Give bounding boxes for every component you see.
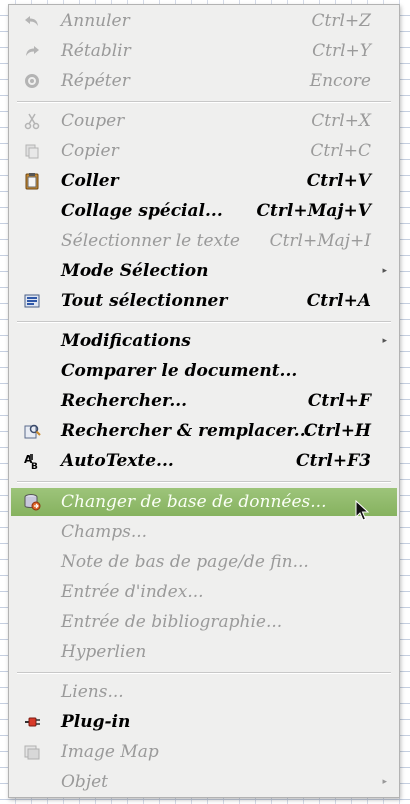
menu-separator — [17, 481, 391, 483]
autotext-icon: AB — [23, 452, 41, 472]
menu-item-shortcut: Ctrl+V — [306, 171, 371, 191]
menu-item-paste-special[interactable]: Collage spécial... Ctrl+Maj+V — [11, 197, 397, 225]
menu-item-label: Note de bas de page/de fin... — [61, 552, 309, 572]
menu-item-shortcut: Ctrl+X — [311, 111, 371, 131]
menu-item-shortcut: Ctrl+F — [307, 391, 371, 411]
menu-item-label: Collage spécial... — [61, 201, 223, 221]
menu-item-label: Rechercher & remplacer... — [61, 421, 312, 441]
menu-item-copy[interactable]: Copier Ctrl+C — [11, 137, 397, 165]
menu-item-change-database[interactable]: Changer de base de données... — [11, 488, 397, 516]
menu-item-label: Copier — [61, 141, 119, 161]
menu-item-label: Entrée d'index... — [61, 582, 204, 602]
menu-item-select-all[interactable]: Tout sélectionner Ctrl+A — [11, 287, 397, 315]
menu-item-shortcut: Ctrl+Maj+I — [269, 231, 371, 251]
menu-item-fields[interactable]: Champs... — [11, 518, 397, 546]
menu-item-shortcut: Ctrl+H — [303, 421, 371, 441]
menu-item-shortcut: Ctrl+Maj+V — [256, 201, 371, 221]
menu-item-footnote[interactable]: Note de bas de page/de fin... — [11, 548, 397, 576]
menu-item-shortcut: Ctrl+Z — [311, 11, 371, 31]
menu-item-label: Rechercher... — [61, 391, 188, 411]
menu-item-plugin[interactable]: Plug-in — [11, 708, 397, 736]
menu-item-autotext[interactable]: AB AutoTexte... Ctrl+F3 — [11, 447, 397, 475]
menu-item-shortcut: Ctrl+F3 — [296, 451, 371, 471]
menu-item-hyperlink[interactable]: Hyperlien — [11, 638, 397, 666]
menu-item-label: AutoTexte... — [61, 451, 174, 471]
menu-item-label: Modifications — [61, 331, 191, 351]
copy-icon — [23, 142, 41, 160]
menu-item-shortcut: Ctrl+A — [306, 291, 371, 311]
menu-item-repeat[interactable]: Répéter Encore — [11, 67, 397, 95]
menu-item-cut[interactable]: Couper Ctrl+X — [11, 107, 397, 135]
menu-item-compare-document[interactable]: Comparer le document... — [11, 357, 397, 385]
menu-item-label: Objet — [61, 772, 108, 792]
menu-item-redo[interactable]: Rétablir Ctrl+Y — [11, 37, 397, 65]
submenu-arrow-icon: ▸ — [382, 266, 387, 276]
redo-icon — [23, 42, 41, 60]
menu-separator — [17, 321, 391, 323]
submenu-arrow-icon: ▸ — [382, 777, 387, 787]
menu-item-find-replace[interactable]: Rechercher & remplacer... Ctrl+H — [11, 417, 397, 445]
undo-icon — [23, 12, 41, 30]
menu-item-image-map[interactable]: Image Map — [11, 738, 397, 766]
menu-item-shortcut: Encore — [309, 71, 371, 91]
plugin-icon — [23, 713, 41, 731]
menu-item-shortcut: Ctrl+Y — [312, 41, 371, 61]
mouse-pointer-icon — [355, 499, 370, 522]
menu-item-label: Répéter — [61, 71, 130, 91]
menu-item-links[interactable]: Liens... — [11, 678, 397, 706]
menu-item-label: Champs... — [61, 522, 148, 542]
menu-item-label: Annuler — [61, 11, 130, 31]
menu-item-label: Liens... — [61, 682, 124, 702]
menu-item-find[interactable]: Rechercher... Ctrl+F — [11, 387, 397, 415]
menu-item-label: Image Map — [61, 742, 159, 762]
menu-item-changes[interactable]: Modifications ▸ — [11, 327, 397, 355]
menu-item-label: Plug-in — [61, 712, 131, 732]
menu-item-label: Rétablir — [61, 41, 131, 61]
menu-item-label: Changer de base de données... — [61, 492, 327, 512]
paste-icon — [23, 172, 41, 190]
database-icon — [23, 493, 41, 511]
menu-item-label: Entrée de bibliographie... — [61, 612, 283, 632]
image-map-icon — [23, 743, 41, 761]
select-all-icon — [23, 292, 41, 310]
menu-item-bibliography-entry[interactable]: Entrée de bibliographie... — [11, 608, 397, 636]
edit-context-menu: Annuler Ctrl+Z Rétablir Ctrl+Y Répéter E… — [8, 4, 400, 798]
menu-item-label: Comparer le document... — [61, 361, 298, 381]
svg-text:B: B — [31, 462, 38, 470]
menu-item-label: Couper — [61, 111, 125, 131]
menu-item-label: Sélectionner le texte — [61, 231, 240, 251]
menu-item-shortcut: Ctrl+C — [310, 141, 371, 161]
menu-item-label: Hyperlien — [61, 642, 147, 662]
menu-item-label: Tout sélectionner — [61, 291, 228, 311]
menu-separator — [17, 672, 391, 674]
menu-item-select-text[interactable]: Sélectionner le texte Ctrl+Maj+I — [11, 227, 397, 255]
scissors-icon — [23, 112, 41, 130]
submenu-arrow-icon: ▸ — [382, 336, 387, 346]
menu-item-selection-mode[interactable]: Mode Sélection ▸ — [11, 257, 397, 285]
menu-item-label: Mode Sélection — [61, 261, 209, 281]
repeat-icon — [23, 72, 41, 90]
menu-item-paste[interactable]: Coller Ctrl+V — [11, 167, 397, 195]
menu-item-label: Coller — [61, 171, 119, 191]
menu-separator — [17, 101, 391, 103]
find-replace-icon — [23, 422, 41, 440]
menu-item-index-entry[interactable]: Entrée d'index... — [11, 578, 397, 606]
menu-item-object[interactable]: Objet ▸ — [11, 768, 397, 796]
menu-item-undo[interactable]: Annuler Ctrl+Z — [11, 7, 397, 35]
